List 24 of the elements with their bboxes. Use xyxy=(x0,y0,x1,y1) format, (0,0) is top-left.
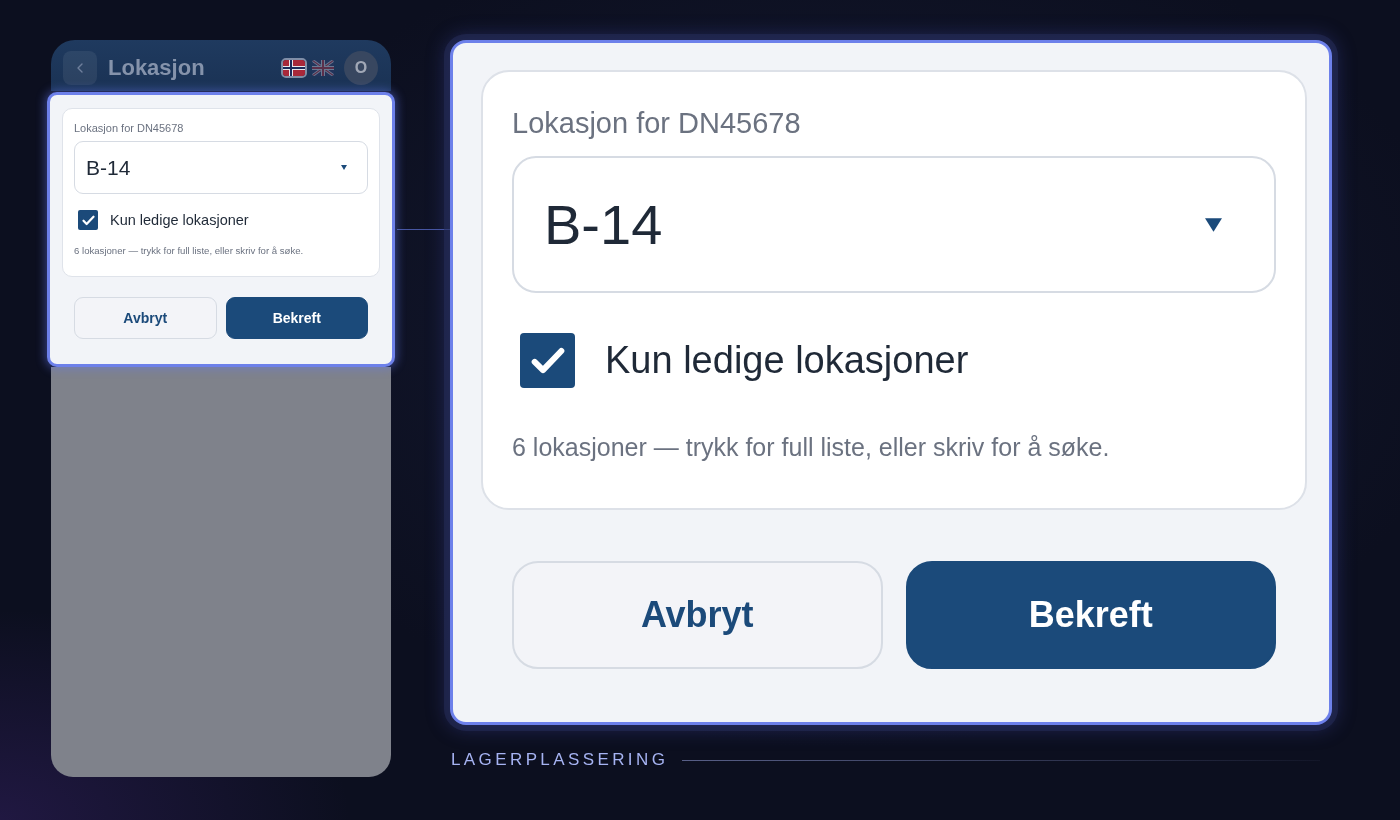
confirm-button[interactable]: Bekreft xyxy=(905,561,1276,669)
language-button[interactable] xyxy=(281,58,307,78)
cancel-button[interactable]: Avbryt xyxy=(512,561,883,669)
field-label: Lokasjon for DN45678 xyxy=(512,106,802,140)
hint-text: 6 lokasjoner — trykk for full liste, eller skriv for å søke. xyxy=(512,432,1111,463)
checkbox[interactable] xyxy=(520,333,575,388)
field-label: Lokasjon for DN45678 xyxy=(74,121,185,135)
avatar[interactable]: O xyxy=(344,51,378,85)
chevron-left-icon xyxy=(77,63,83,73)
caret-icon xyxy=(341,165,347,170)
union-jack-flag-icon xyxy=(312,60,334,76)
confirm-button[interactable]: Bekreft xyxy=(225,297,368,339)
location-select[interactable]: B-14 xyxy=(74,141,368,194)
location-select[interactable]: B-14 xyxy=(512,156,1276,293)
checkbox[interactable] xyxy=(78,210,98,230)
cancel-button[interactable]: Avbryt xyxy=(74,297,217,339)
checkbox-label[interactable]: Kun ledige lokasjoner xyxy=(110,212,249,228)
screen-title: Lokasjon xyxy=(108,54,205,82)
norway-flag-icon xyxy=(283,60,305,76)
hint-text: 6 lokasjoner — trykk for full liste, eller skriv for å søke. xyxy=(74,244,305,258)
checkbox-label[interactable]: Kun ledige lokasjoner xyxy=(605,339,969,382)
connector-line xyxy=(397,229,450,230)
caret-icon xyxy=(1205,217,1222,232)
caption: LAGERPLASSERING xyxy=(451,750,669,770)
